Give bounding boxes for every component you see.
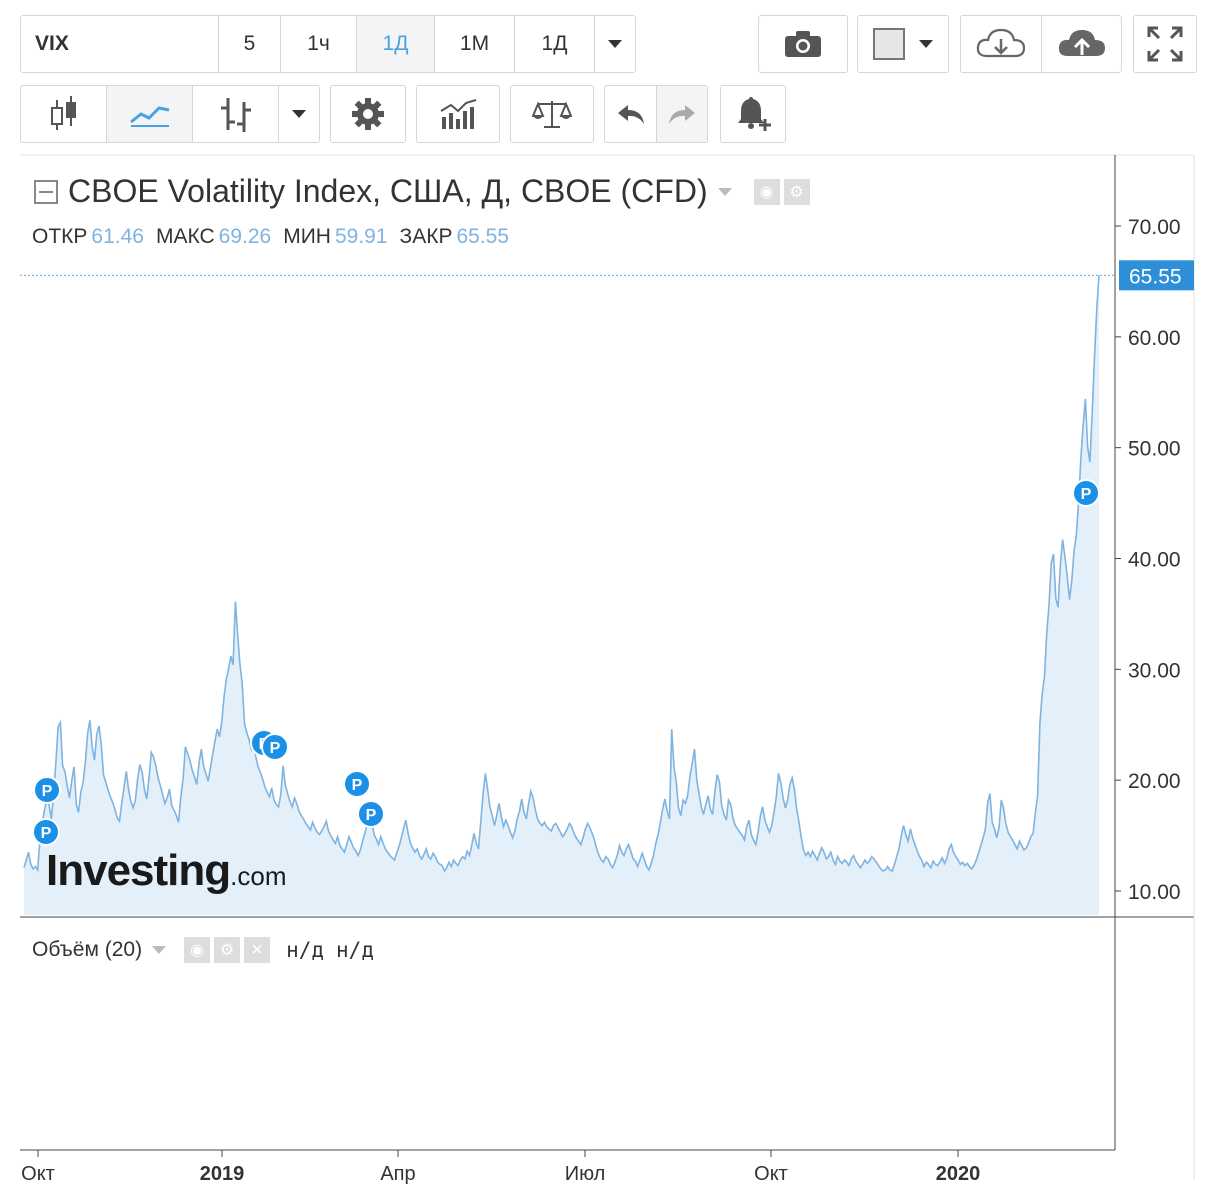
high-stat: МАКС 69.26 <box>156 225 271 249</box>
close-icon[interactable]: ✕ <box>244 937 271 963</box>
gear-icon[interactable]: ⚙ <box>783 178 810 205</box>
logo-suffix: .com <box>230 861 287 891</box>
chart-title: CBOE Volatility Index, США, Д, CBOE (CFD… <box>68 173 708 209</box>
event-marker[interactable]: P <box>343 770 371 798</box>
low-label: МИН <box>283 225 331 248</box>
y-axis: 10.00 20.00 30.00 40.00 50.00 60.00 70.00 65.55 <box>1115 216 1194 904</box>
event-marker[interactable]: P <box>357 800 385 828</box>
x-tick-label: 2019 <box>200 1163 245 1185</box>
open-value: 61.46 <box>91 225 144 248</box>
chevron-down-icon[interactable] <box>152 946 167 954</box>
x-tick-label: Июл <box>565 1163 606 1185</box>
logo-brand: Investing <box>46 846 231 895</box>
last-price-label: 65.55 <box>1129 265 1182 288</box>
chart-title-row: CBOE Volatility Index, США, Д, CBOE (CFD… <box>34 173 810 210</box>
x-tick-label: Окт <box>21 1163 55 1185</box>
open-label: ОТКР <box>32 225 88 248</box>
y-tick-label: 40.00 <box>1128 549 1181 572</box>
close-value: 65.55 <box>456 225 510 248</box>
y-tick-label: 30.00 <box>1128 659 1181 682</box>
eye-icon[interactable]: ◉ <box>753 178 780 205</box>
svg-text:P: P <box>41 825 52 842</box>
y-tick-label: 10.00 <box>1128 881 1181 904</box>
volume-label: Объём (20) <box>32 938 143 961</box>
close-label: ЗАКР <box>399 225 453 248</box>
ohlc-readout: ОТКР 61.46 МАКС 69.26 МИН 59.91 ЗАКР 65.55 <box>32 225 509 249</box>
event-marker[interactable]: P <box>1072 479 1100 507</box>
volume-value-1: н/д <box>286 938 325 962</box>
event-marker[interactable]: P <box>32 818 60 846</box>
svg-text:P: P <box>1081 486 1092 503</box>
svg-text:P: P <box>42 783 53 800</box>
collapse-icon[interactable] <box>34 179 58 204</box>
y-tick-label: 70.00 <box>1128 216 1181 239</box>
volume-value-2: н/д <box>336 938 374 962</box>
low-value: 59.91 <box>334 225 388 248</box>
high-label: МАКС <box>155 225 215 248</box>
eye-icon[interactable]: ◉ <box>184 937 211 963</box>
y-tick-label: 20.00 <box>1128 770 1181 793</box>
x-tick-label: 2020 <box>936 1163 981 1185</box>
series-layer <box>20 274 1115 915</box>
chevron-down-icon[interactable] <box>717 187 732 196</box>
gear-icon[interactable]: ⚙ <box>214 937 241 963</box>
x-axis: Окт 2019 Апр Июл Окт 2020 <box>21 1150 980 1185</box>
x-tick-label: Окт <box>754 1163 788 1185</box>
x-tick-label: Апр <box>380 1163 415 1185</box>
y-tick-label: 50.00 <box>1128 438 1181 461</box>
high-value: 69.26 <box>218 225 272 248</box>
investing-logo: Investing.com <box>46 846 287 896</box>
svg-text:P: P <box>366 807 377 824</box>
volume-panel-header: Объём (20) ◉ ⚙ ✕ н/д н/д <box>32 937 374 963</box>
svg-text:P: P <box>352 777 363 794</box>
low-stat: МИН 59.91 <box>283 225 387 249</box>
event-marker[interactable]: P <box>261 733 289 761</box>
y-tick-label: 60.00 <box>1128 327 1181 350</box>
series-area-fill <box>24 275 1099 915</box>
close-stat: ЗАКР 65.55 <box>400 225 510 249</box>
open-stat: ОТКР 61.46 <box>32 225 144 249</box>
svg-text:P: P <box>270 740 281 757</box>
event-marker[interactable]: P <box>33 776 61 804</box>
